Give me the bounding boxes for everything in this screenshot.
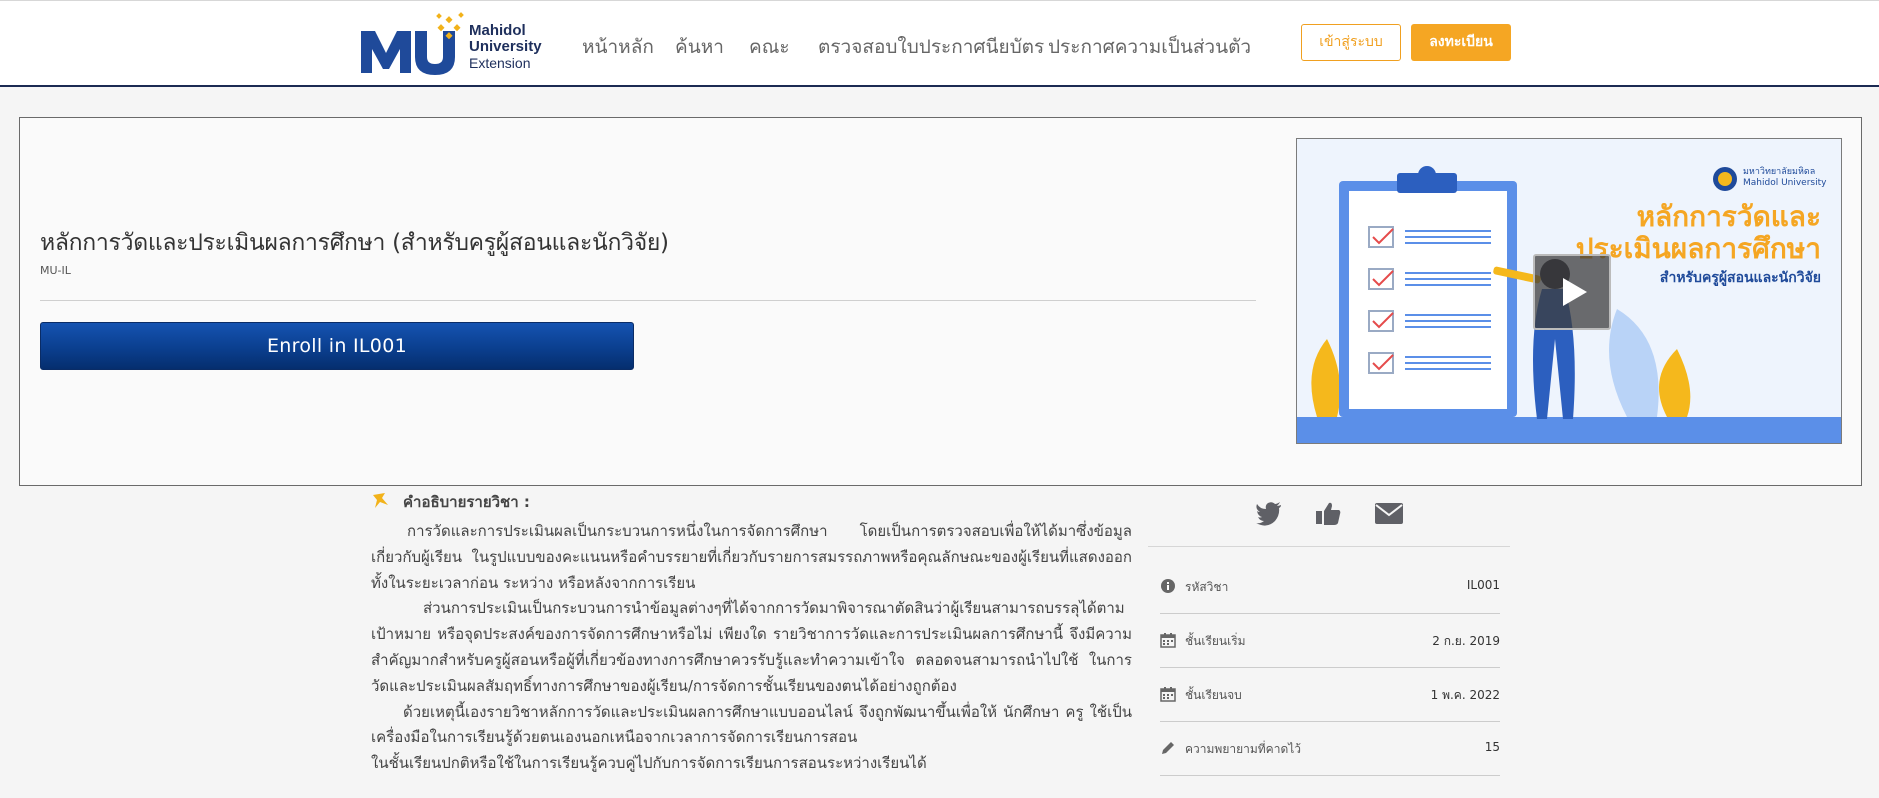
info-row-course-code: รหัสวิชา IL001 — [1160, 560, 1500, 614]
logo-text: Mahidol University Extension — [469, 22, 542, 72]
enroll-button[interactable]: Enroll in IL001 — [40, 322, 634, 370]
thumbs-up-icon[interactable] — [1313, 498, 1343, 528]
media-university-name: มหาวิทยาลัยมหิดล Mahidol University — [1743, 167, 1827, 188]
calendar-icon — [1160, 687, 1176, 702]
logo-line-extension: Extension — [469, 55, 531, 71]
info-value: 2 ก.ย. 2019 — [1432, 634, 1500, 648]
envelope-icon[interactable] — [1373, 498, 1405, 528]
play-video-button[interactable] — [1533, 254, 1611, 330]
nav-home[interactable]: หน้าหลัก — [582, 32, 654, 62]
course-hero: หลักการวัดและประเมินผลการศึกษา (สำหรับคร… — [19, 117, 1862, 486]
info-label: รหัสวิชา — [1185, 580, 1229, 594]
info-row-class-start: ชั้นเรียนเริ่ม 2 ก.ย. 2019 — [1160, 614, 1500, 668]
description-paragraph: ส่วนการประเมินเป็นกระบวนการนำข้อมูลต่างๆ… — [371, 599, 1132, 695]
info-label: ความพยายามที่คาดไว้ — [1185, 742, 1302, 756]
media-headline: หลักการวัดและ ประเมินผลการศึกษา — [1575, 200, 1821, 265]
nav-verify-certificate[interactable]: ตรวจสอบใบประกาศนียบัตร — [818, 32, 1044, 62]
calendar-icon — [1160, 633, 1176, 648]
mu-logo-mark-icon — [361, 12, 464, 75]
site-header: Mahidol University Extension หน้าหลัก ค้… — [0, 0, 1879, 87]
nav-search[interactable]: ค้นหา — [675, 32, 724, 62]
media-subhead: สำหรับครูผู้สอนและนักวิจัย — [1659, 270, 1821, 286]
pencil-icon — [1162, 742, 1174, 754]
course-title: หลักการวัดและประเมินผลการศึกษา (สำหรับคร… — [40, 230, 669, 256]
description-heading: คำอธิบายรายวิชา : — [403, 493, 530, 511]
nav-faculty[interactable]: คณะ — [749, 32, 790, 62]
logo-line-university: University — [469, 38, 542, 55]
pushpin-icon — [373, 493, 388, 508]
info-value: 1 พ.ค. 2022 — [1430, 688, 1500, 702]
course-org: MU-IL — [40, 264, 71, 277]
hero-divider — [40, 300, 1256, 301]
info-divider — [1148, 546, 1510, 547]
info-row-class-end: ชั้นเรียนจบ 1 พ.ค. 2022 — [1160, 668, 1500, 722]
course-video-thumbnail[interactable]: มหาวิทยาลัยมหิดล Mahidol University หลัก… — [1296, 138, 1842, 444]
description-paragraph: ในชั้นเรียนปกติหรือใช้ในการเรียนรู้ควบคู… — [371, 754, 927, 773]
info-value: 15 — [1484, 740, 1500, 754]
logo-line-mahidol: Mahidol — [469, 22, 526, 39]
nav-privacy-notice[interactable]: ประกาศความเป็นส่วนตัว — [1048, 32, 1251, 62]
description-paragraph: ด้วยเหตุนี้เองรายวิชาหลักการวัดและประเมิ… — [371, 702, 1132, 747]
login-button[interactable]: เข้าสู่ระบบ — [1301, 24, 1401, 61]
info-label: ชั้นเรียนเริ่ม — [1185, 634, 1246, 648]
twitter-icon[interactable] — [1254, 498, 1284, 528]
info-icon — [1161, 579, 1175, 593]
description-paragraph: การวัดและการประเมินผลเป็นกระบวนการหนึ่งใ… — [371, 522, 1132, 592]
register-button[interactable]: ลงทะเบียน — [1411, 24, 1511, 61]
play-icon — [1563, 278, 1587, 306]
info-value: IL001 — [1466, 578, 1500, 592]
info-row-effort: ความพยายามที่คาดไว้ 15 — [1160, 722, 1500, 776]
mahidol-extension-logo[interactable]: Mahidol University Extension — [359, 11, 544, 77]
info-label: ชั้นเรียนจบ — [1185, 688, 1242, 702]
course-description: การวัดและการประเมินผลเป็นกระบวนการหนึ่งใ… — [371, 519, 1132, 777]
